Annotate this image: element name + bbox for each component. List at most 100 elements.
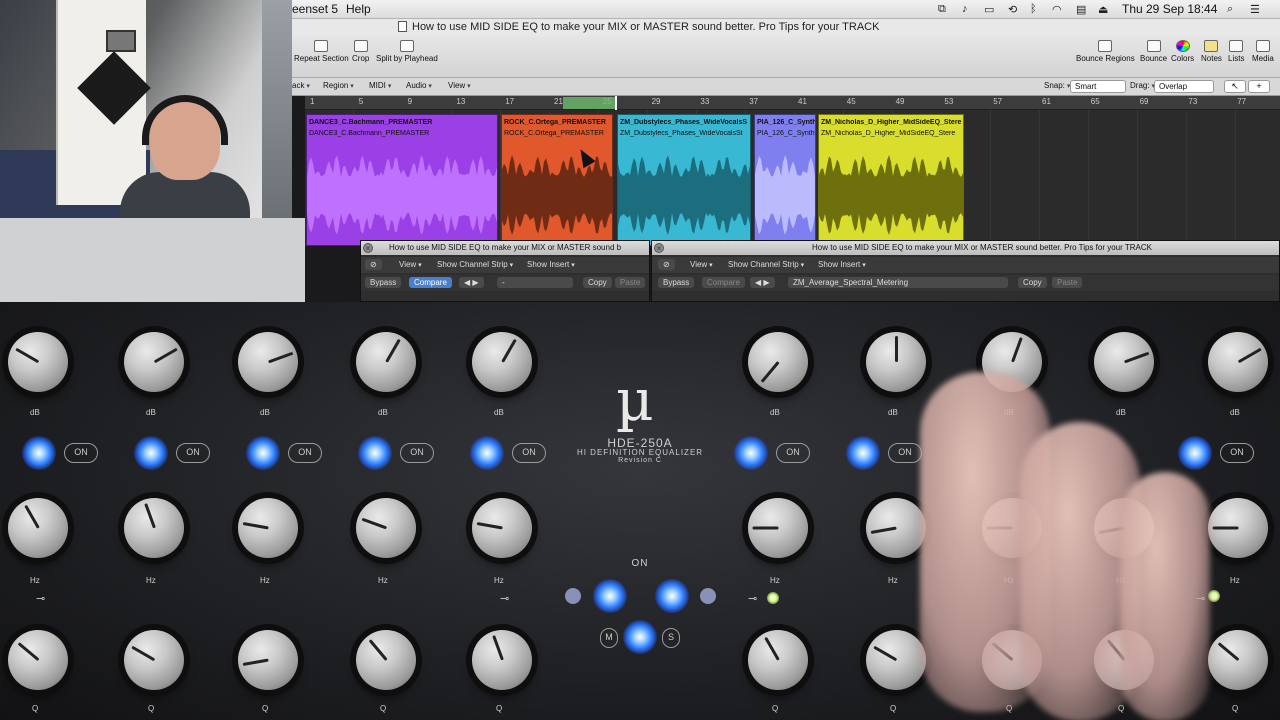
frequency-knob[interactable] <box>356 498 416 558</box>
midi-menu[interactable]: MIDI <box>369 81 391 90</box>
band-on-button[interactable]: ON <box>776 443 810 463</box>
split-by-playhead-button[interactable]: Split by Playhead <box>376 40 438 63</box>
bluetooth-icon[interactable]: ᛒ <box>1030 3 1037 15</box>
plugin-right-paste-button[interactable]: Paste <box>1052 277 1083 288</box>
gain-knob[interactable] <box>748 332 808 392</box>
center-knob-left[interactable] <box>565 588 581 604</box>
clock[interactable]: Thu 29 Sep 18:44 <box>1122 2 1217 16</box>
plugin-left-bypass-button[interactable]: Bypass <box>365 277 402 288</box>
center-knob-right[interactable] <box>700 588 716 604</box>
filter-toggle-icon[interactable]: ⊸ <box>748 592 757 605</box>
audio-region[interactable]: DANCE3_C.Bachmann_PREMASTER DANCE3_C.Bach… <box>306 114 498 246</box>
frequency-knob[interactable] <box>472 498 532 558</box>
gain-knob[interactable] <box>1208 332 1268 392</box>
audio-region[interactable]: ZM_Nicholas_D_Higher_MidSideEQ_Stere ZM_N… <box>818 114 964 246</box>
frequency-knob[interactable] <box>124 498 184 558</box>
bar-ruler[interactable]: 1591317212529333741454953576165697377 <box>305 96 1280 110</box>
region-menu[interactable]: Region <box>323 81 354 90</box>
gain-knob[interactable] <box>124 332 184 392</box>
filter-toggle-icon[interactable]: ⊸ <box>500 592 509 605</box>
view-menu[interactable]: View <box>448 81 471 90</box>
filter-toggle-icon[interactable]: ⊸ <box>36 592 45 605</box>
audio-menu[interactable]: Audio <box>406 81 432 90</box>
band-on-button[interactable]: ON <box>176 443 210 463</box>
band-on-button[interactable]: ON <box>400 443 434 463</box>
plugin-left-view-menu[interactable]: View <box>399 260 422 269</box>
notes-button[interactable]: Notes <box>1201 40 1222 63</box>
track-menu[interactable]: ack <box>292 81 310 90</box>
audio-region[interactable]: ROCK_C.Ortega_PREMASTER ROCK_C.Ortega_PRE… <box>501 114 613 246</box>
plugin-left-paste-button[interactable]: Paste <box>615 277 646 288</box>
pointer-tool-icon[interactable]: ↖ <box>1224 80 1246 93</box>
plugin-right-copy-button[interactable]: Copy <box>1018 277 1047 288</box>
q-knob[interactable] <box>472 630 532 690</box>
audio-region[interactable]: ZM_Dubstylecs_Phases_WideVocalsS ZM_Dubst… <box>617 114 751 246</box>
eject-icon[interactable]: ⏏ <box>1098 3 1108 16</box>
snap-select[interactable]: Smart <box>1070 80 1126 93</box>
q-knob[interactable] <box>124 630 184 690</box>
frequency-knob[interactable] <box>8 498 68 558</box>
band-on-button[interactable]: ON <box>888 443 922 463</box>
plugin-left-close-icon[interactable]: × <box>363 243 373 253</box>
bounce-regions-button[interactable]: Bounce Regions <box>1076 40 1135 63</box>
drag-select[interactable]: Overlap <box>1154 80 1214 93</box>
plugin-right-bypass-button[interactable]: Bypass <box>658 277 695 288</box>
plugin-left-compare-button[interactable]: Compare <box>409 277 452 288</box>
plugin-right-show-channel-strip[interactable]: Show Channel Strip <box>728 260 804 269</box>
screen-record-icon[interactable]: ⧉ <box>938 3 946 16</box>
gain-knob[interactable] <box>356 332 416 392</box>
crop-button[interactable]: Crop <box>352 40 369 63</box>
frequency-knob[interactable] <box>748 498 808 558</box>
gain-knob[interactable] <box>472 332 532 392</box>
plugin-right-preset-select[interactable]: ZM_Average_Spectral_Metering <box>788 277 1008 288</box>
plugin-left-show-channel-strip[interactable]: Show Channel Strip <box>437 260 513 269</box>
audio-region[interactable]: PIA_126_C_Synth PIA_126_C_Synth <box>754 114 816 246</box>
cycle-region[interactable] <box>563 97 615 109</box>
spotlight-icon[interactable]: ⌕ <box>1227 3 1233 16</box>
plugin-right-show-insert[interactable]: Show Insert <box>818 260 866 269</box>
frequency-knob[interactable] <box>1208 498 1268 558</box>
q-knob[interactable] <box>866 630 926 690</box>
menu-help[interactable]: Help <box>346 2 371 16</box>
wifi-icon[interactable]: ◠ <box>1052 3 1062 16</box>
notification-center-icon[interactable]: ☰ <box>1250 3 1260 16</box>
bounce-button[interactable]: Bounce <box>1140 40 1167 63</box>
sync-icon[interactable]: ⟲ <box>1008 3 1017 16</box>
q-knob[interactable] <box>1208 630 1268 690</box>
frequency-hz-label: Hz <box>30 576 40 585</box>
plugin-right-view-menu[interactable]: View <box>690 260 713 269</box>
plugin-left-show-insert[interactable]: Show Insert <box>527 260 575 269</box>
battery-icon[interactable]: ▭ <box>984 3 994 16</box>
gain-knob[interactable] <box>238 332 298 392</box>
media-button[interactable]: Media <box>1252 40 1274 63</box>
band-on-button[interactable]: ON <box>288 443 322 463</box>
plugin-right-close-icon[interactable]: × <box>654 243 664 253</box>
q-knob[interactable] <box>356 630 416 690</box>
side-button[interactable]: S <box>662 628 680 648</box>
q-knob[interactable] <box>748 630 808 690</box>
plugin-right-compare-button[interactable]: Compare <box>702 277 745 288</box>
plugin-right-link-icon[interactable]: ⊘ <box>658 259 675 270</box>
band-on-button[interactable]: ON <box>1220 443 1254 463</box>
frequency-knob[interactable] <box>238 498 298 558</box>
plugin-left-prev-next[interactable]: ◀ ▶ <box>459 277 484 288</box>
plugin-left-link-icon[interactable]: ⊘ <box>365 259 382 270</box>
q-knob[interactable] <box>8 630 68 690</box>
plugin-left-preset-select[interactable]: - <box>497 277 573 288</box>
gain-knob[interactable] <box>1094 332 1154 392</box>
lists-button[interactable]: Lists <box>1228 40 1244 63</box>
gain-knob[interactable] <box>866 332 926 392</box>
mid-button[interactable]: M <box>600 628 618 648</box>
gain-knob[interactable] <box>8 332 68 392</box>
plugin-right-prev-next[interactable]: ◀ ▶ <box>750 277 775 288</box>
band-on-button[interactable]: ON <box>64 443 98 463</box>
frequency-knob[interactable] <box>866 498 926 558</box>
flag-icon[interactable]: ▤ <box>1076 3 1086 16</box>
marquee-tool-icon[interactable]: + <box>1248 80 1270 93</box>
plugin-left-copy-button[interactable]: Copy <box>583 277 612 288</box>
repeat-section-button[interactable]: Repeat Section <box>294 40 349 63</box>
colors-button[interactable]: Colors <box>1171 40 1194 63</box>
menu-app[interactable]: eenset 5 <box>292 2 338 16</box>
q-knob[interactable] <box>238 630 298 690</box>
audio-icon[interactable]: ♪ <box>962 3 968 15</box>
